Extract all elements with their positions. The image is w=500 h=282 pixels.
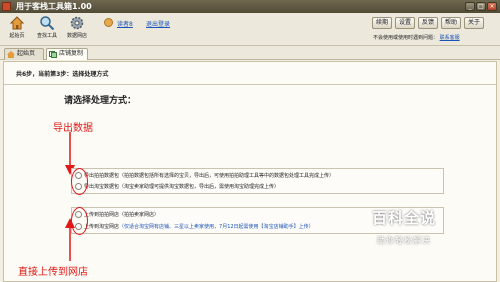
title-bar: 用于客栈工具箱1.00 _ □ ×: [0, 0, 500, 13]
tool-home-label: 起始页: [9, 33, 25, 39]
close-button[interactable]: ×: [487, 2, 497, 11]
option-export-paipai[interactable]: 导出拍拍数据包（拍拍数据包括所有选择的宝贝，导出后，可使用拍拍助理工具等中的数据…: [75, 172, 334, 181]
option-upload-paipai-label: 上传到拍拍网店（拍拍卖家网店）: [84, 212, 160, 218]
option-export-paipai-label: 导出拍拍数据包（拍拍数据包括所有选择的宝贝，导出后，可使用拍拍助理工具等中的数据…: [84, 173, 335, 179]
about-button[interactable]: 关于: [464, 17, 484, 29]
divider: [4, 84, 496, 85]
tool-search[interactable]: 查找工具: [34, 15, 60, 39]
tab-shop-copy[interactable]: 店铺复制: [46, 48, 88, 60]
tool-settings[interactable]: 数据网店: [64, 15, 90, 39]
tool-settings-label: 数据网店: [66, 33, 87, 39]
minimize-button[interactable]: _: [465, 2, 475, 11]
renew-button[interactable]: 续期: [372, 17, 392, 29]
option-upload-taobao-label: 上传到淘宝网店: [84, 224, 120, 230]
watermark: 百科全说 助你轻松解决: [346, 203, 462, 259]
gear-icon: [70, 16, 84, 30]
search-icon: [40, 16, 55, 31]
support-notice: 不会使用或使用时遇到问题： 联系客服: [373, 34, 460, 41]
user-name-link[interactable]: 读者8: [117, 19, 133, 28]
home-icon: [9, 16, 25, 30]
option-upload-taobao-warning: （仅适合淘宝网有店铺、三星以上卖家使用，7月12日起需使用【淘宝店铺助手】上传）: [119, 224, 314, 230]
support-notice-text: 不会使用或使用时遇到问题：: [373, 35, 439, 41]
upload-annotation: 直接上传到网店: [18, 267, 88, 278]
tool-home[interactable]: 起始页: [4, 15, 30, 39]
tab-start-page-label: 起始页: [17, 50, 36, 57]
feedback-button[interactable]: 反馈: [418, 17, 438, 29]
watermark-logo: 百科全说: [371, 209, 436, 227]
contact-support-link[interactable]: 联系客服: [440, 35, 460, 41]
maximize-button[interactable]: □: [476, 2, 486, 11]
app-logo-icon: [2, 2, 11, 11]
option-export-taobao-label: 导出淘宝数据包（淘宝卖家助理可提供淘宝数据包，导出后，需使用淘宝助理完成上传）: [84, 184, 280, 190]
tool-search-label: 查找工具: [36, 33, 57, 39]
help-button[interactable]: 帮助: [441, 17, 461, 29]
watermark-subtitle: 助你轻松解决: [377, 236, 431, 245]
settings-button[interactable]: 设置: [395, 17, 415, 29]
export-highlight-circle: [71, 168, 88, 195]
tab-bar: 起始页 店铺复制: [0, 46, 500, 60]
tab-shop-copy-label: 店铺复制: [59, 50, 84, 57]
copy-icon: [49, 51, 57, 58]
choose-method-heading: 请选择处理方式：: [64, 96, 137, 106]
export-options-group: 导出拍拍数据包（拍拍数据包括所有选择的宝贝，导出后，可使用拍拍助理工具等中的数据…: [71, 168, 444, 194]
option-upload-taobao[interactable]: 上传到淘宝网店（仅适合淘宝网有店铺、三星以上卖家使用，7月12日起需使用【淘宝店…: [75, 223, 314, 232]
window-title: 用于客栈工具箱1.00: [16, 2, 92, 11]
option-export-taobao[interactable]: 导出淘宝数据包（淘宝卖家助理可提供淘宝数据包，导出后，需使用淘宝助理完成上传）: [75, 183, 279, 192]
step-indicator: 共6步，当前第3步：选择处理方式: [16, 71, 109, 78]
home-icon: [7, 51, 15, 58]
tab-start-page[interactable]: 起始页: [4, 48, 44, 60]
toolbar: 起始页 查找工具 数据网店 读者8 退出登录 续期 设置 反馈 帮助 关于 不会…: [0, 13, 500, 46]
logout-link[interactable]: 退出登录: [146, 19, 170, 28]
user-icon: [104, 18, 113, 27]
upload-arrow-icon: [65, 218, 75, 261]
